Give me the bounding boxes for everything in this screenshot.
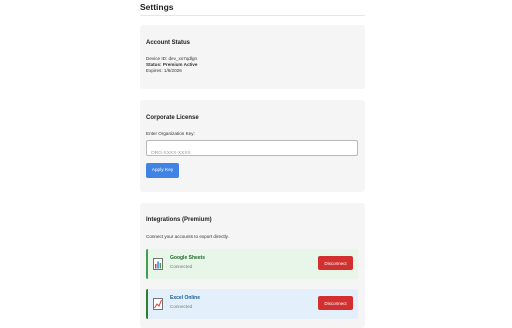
status-label: Status:: [146, 62, 162, 67]
integration-status: Connected: [170, 304, 193, 309]
integration-google-sheets: Google Sheets Connected Disconnect: [146, 249, 358, 279]
integration-name: Excel Online: [170, 295, 201, 301]
integrations-title: Integrations (Premium): [146, 217, 212, 223]
bar-chart-icon: [153, 257, 163, 270]
integration-name: Google Sheets: [170, 255, 206, 261]
line-chart-icon: [153, 297, 163, 310]
title-divider: [140, 15, 365, 16]
status-value: Premium Active: [162, 62, 198, 67]
corporate-license-title: Corporate License: [146, 115, 199, 121]
corporate-license-card: Corporate License Enter Organization Key…: [140, 100, 365, 192]
disconnect-excel-online-button[interactable]: Disconnect: [318, 296, 353, 310]
org-key-input-wrapper[interactable]: [146, 140, 358, 161]
integration-excel-online: Excel Online Connected Disconnect: [146, 289, 358, 319]
account-status-title: Account Status: [146, 40, 191, 46]
org-key-input[interactable]: [147, 146, 357, 161]
page-title: Settings: [140, 2, 174, 12]
integration-status: Connected: [170, 264, 193, 269]
device-id-row: Device ID: dev_xo7qdlgn: [146, 56, 197, 61]
expires-label: Expires:: [146, 68, 163, 73]
integrations-description: Connect your accounts to export directly…: [146, 234, 229, 239]
device-id-label: Device ID:: [146, 56, 168, 61]
disconnect-google-sheets-button[interactable]: Disconnect: [318, 256, 353, 270]
org-key-label: Enter Organization Key:: [146, 131, 195, 136]
integrations-card: Integrations (Premium) Connect your acco…: [140, 203, 365, 328]
status-row: Status: Premium Active: [146, 62, 197, 67]
account-status-card: Account Status Device ID: dev_xo7qdlgn S…: [140, 25, 365, 89]
expires-row: Expires: 1/6/2026: [146, 68, 182, 73]
apply-key-button[interactable]: Apply Key: [146, 163, 179, 178]
device-id-value: dev_xo7qdlgn: [168, 56, 198, 61]
expires-value: 1/6/2026: [163, 68, 182, 73]
